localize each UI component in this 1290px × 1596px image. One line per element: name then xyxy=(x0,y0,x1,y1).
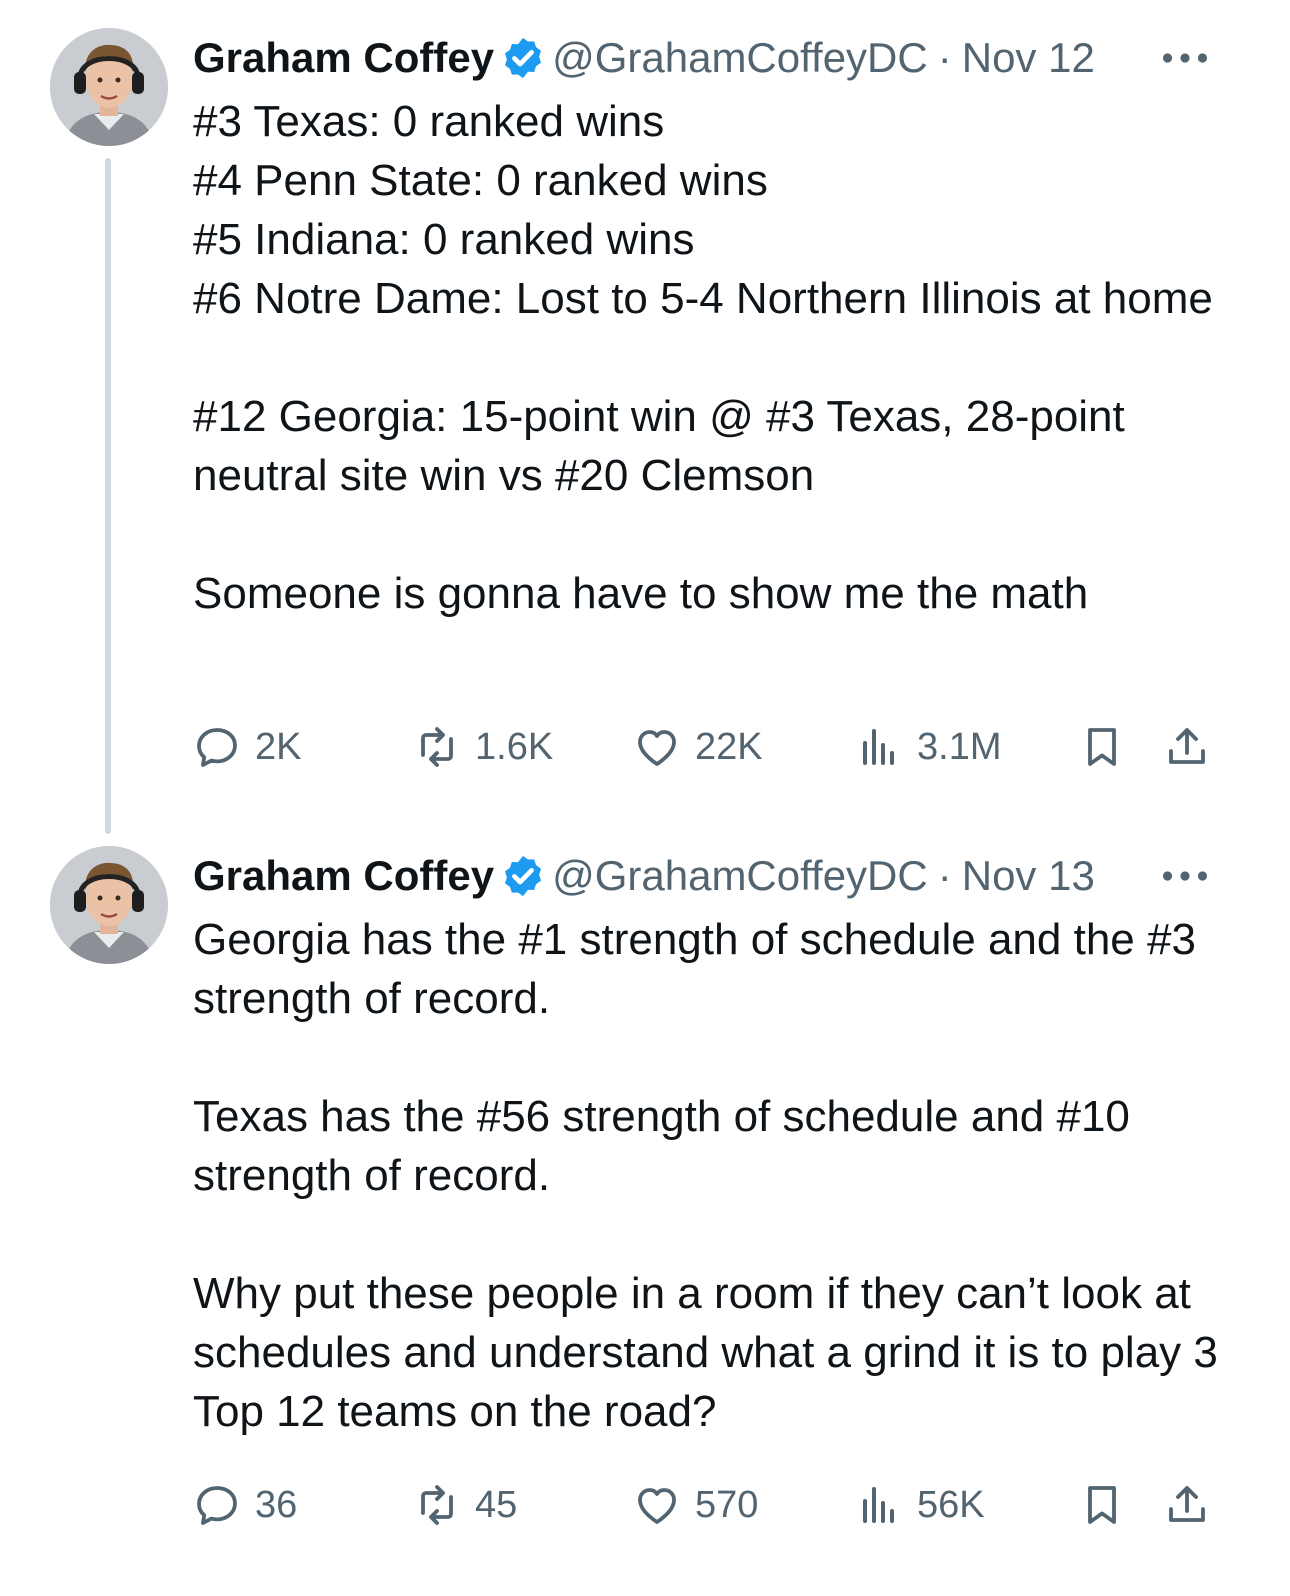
heart-icon xyxy=(638,1488,676,1524)
bookmark-button[interactable] xyxy=(1078,1470,1126,1540)
views-icon xyxy=(863,1487,894,1523)
views-count: 3.1M xyxy=(917,725,1002,768)
share-icon xyxy=(1169,1486,1205,1522)
reply-count: 2K xyxy=(255,725,302,768)
more-dots-icon[interactable] xyxy=(1160,856,1210,896)
tweet-header: Graham Coffey @GrahamCoffeyDC · Nov 13 xyxy=(193,846,1220,906)
views-button[interactable]: 56K xyxy=(855,1470,985,1540)
bookmark-icon xyxy=(1088,1486,1116,1524)
heart-icon xyxy=(638,730,676,766)
repost-count: 45 xyxy=(475,1483,518,1526)
repost-button[interactable]: 1.6K xyxy=(413,712,553,782)
verified-badge-icon xyxy=(505,855,542,897)
meta-separator: · xyxy=(937,852,952,899)
share-icon xyxy=(1169,728,1205,764)
avatar[interactable] xyxy=(50,28,168,146)
bookmark-icon xyxy=(1088,728,1116,766)
reply-button[interactable]: 36 xyxy=(193,1470,297,1540)
author-name[interactable]: Graham Coffey xyxy=(193,852,494,900)
views-icon xyxy=(863,729,894,765)
author-handle[interactable]: @GrahamCoffeyDC xyxy=(552,852,928,900)
meta-separator: · xyxy=(937,34,952,81)
views-button[interactable]: 3.1M xyxy=(855,712,1001,782)
action-bar: 36 45 570 56K xyxy=(193,1470,1223,1540)
tweet-date[interactable]: Nov 13 xyxy=(962,852,1095,900)
like-button[interactable]: 22K xyxy=(633,712,763,782)
bookmark-button[interactable] xyxy=(1078,712,1126,782)
reply-button[interactable]: 2K xyxy=(193,712,301,782)
more-dots-icon[interactable] xyxy=(1160,38,1210,78)
repost-icon xyxy=(421,1485,453,1525)
tweet-header: Graham Coffey @GrahamCoffeyDC · Nov 12 xyxy=(193,28,1220,88)
action-bar: 2K 1.6K 22K 3.1M xyxy=(193,712,1223,782)
reply-icon xyxy=(197,728,237,767)
share-button[interactable] xyxy=(1163,712,1211,782)
author-name[interactable]: Graham Coffey xyxy=(193,34,494,82)
tweet-date[interactable]: Nov 12 xyxy=(962,34,1095,82)
repost-icon xyxy=(421,727,453,767)
reply-icon xyxy=(197,1486,237,1525)
like-button[interactable]: 570 xyxy=(633,1470,758,1540)
tweet[interactable]: Graham Coffey @GrahamCoffeyDC · Nov 12 #… xyxy=(0,0,1290,840)
views-count: 56K xyxy=(917,1483,985,1526)
verified-badge-icon xyxy=(505,37,542,79)
repost-count: 1.6K xyxy=(475,725,554,768)
reply-count: 36 xyxy=(255,1483,298,1526)
avatar[interactable] xyxy=(50,846,168,964)
tweet-text: Georgia has the #1 strength of schedule … xyxy=(193,915,1218,1436)
like-count: 22K xyxy=(695,725,763,768)
tweet[interactable]: Graham Coffey @GrahamCoffeyDC · Nov 13 G… xyxy=(0,840,1290,1596)
thread-line xyxy=(105,158,111,834)
share-button[interactable] xyxy=(1163,1470,1211,1540)
repost-button[interactable]: 45 xyxy=(413,1470,517,1540)
tweet-text: #3 Texas: 0 ranked wins #4 Penn State: 0… xyxy=(193,97,1213,618)
author-handle[interactable]: @GrahamCoffeyDC xyxy=(552,34,928,82)
like-count: 570 xyxy=(695,1483,759,1526)
